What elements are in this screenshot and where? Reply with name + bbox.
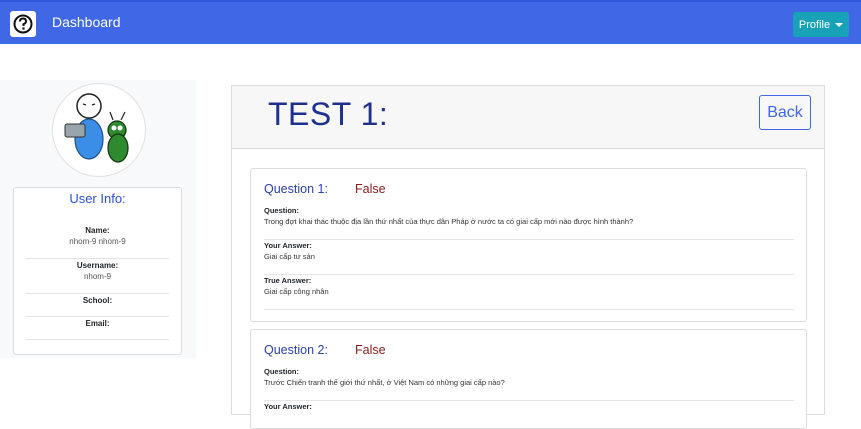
your-answer-text: Giai cấp tư sản: [264, 252, 315, 261]
divider: [264, 274, 794, 275]
true-answer-label: True Answer:: [264, 276, 312, 285]
question-label: Question:: [264, 206, 299, 215]
your-answer-label: Your Answer:: [264, 241, 312, 250]
question-mark-icon[interactable]: [10, 11, 36, 37]
user-info-title: User Info:: [69, 191, 126, 206]
question-label: Question:: [264, 367, 299, 376]
divider: [26, 293, 169, 294]
profile-label: Profile: [798, 18, 831, 31]
card-header: TEST 1: Back: [232, 86, 824, 149]
question-card: Question 1: False Question: Trong đợt kh…: [250, 168, 807, 322]
status-badge: False: [355, 343, 386, 357]
test-result-card: TEST 1: Back Question 1: False Question:…: [231, 85, 825, 429]
divider: [26, 339, 169, 340]
true-answer-text: Giai cấp công nhân: [264, 287, 329, 296]
avatar: [52, 83, 146, 177]
status-badge: False: [355, 182, 386, 196]
question-text: Trước Chiến tranh thế giới thứ nhất, ở V…: [264, 378, 505, 387]
page-title: TEST 1:: [268, 96, 389, 132]
divider: [264, 400, 794, 401]
field-value: nhom-9: [83, 272, 112, 281]
navbar: Dashboard Profile: [0, 0, 861, 44]
field-label: Name:: [85, 226, 110, 235]
chevron-down-icon: [835, 23, 844, 27]
user-email-field: Email:: [26, 319, 169, 330]
field-label: Email:: [85, 319, 110, 328]
question-section: Question: Trong đợt khai thác thuộc địa …: [264, 206, 794, 226]
user-username-field: Username: nhom-9: [26, 261, 169, 281]
field-label: School:: [82, 296, 113, 305]
user-name-field: Name: nhom-9 nhom-9: [26, 226, 169, 246]
question-heading: Question 2:: [264, 343, 328, 357]
question-heading: Question 1:: [264, 182, 328, 196]
divider: [26, 258, 169, 259]
true-answer-section: True Answer: Giai cấp công nhân: [264, 276, 794, 296]
dashboard-link[interactable]: Dashboard: [52, 14, 121, 30]
divider: [26, 316, 169, 317]
divider: [264, 239, 794, 240]
sidebar: User Info: Name: nhom-9 nhom-9 Username:…: [0, 80, 196, 358]
profile-dropdown-button[interactable]: Profile: [793, 12, 849, 37]
question-card: Question 2: False Question: Trước Chiến …: [250, 329, 807, 429]
field-value: nhom-9 nhom-9: [69, 237, 126, 246]
user-info-panel: User Info: Name: nhom-9 nhom-9 Username:…: [13, 187, 182, 355]
your-answer-section: Your Answer: Giai cấp tư sản: [264, 241, 794, 261]
field-label: Username:: [76, 261, 119, 270]
question-section: Question: Trước Chiến tranh thế giới thứ…: [264, 367, 794, 387]
user-school-field: School:: [26, 296, 169, 307]
back-button[interactable]: Back: [759, 95, 811, 130]
question-text: Trong đợt khai thác thuộc địa lần thứ nh…: [264, 217, 634, 226]
divider: [264, 309, 794, 310]
